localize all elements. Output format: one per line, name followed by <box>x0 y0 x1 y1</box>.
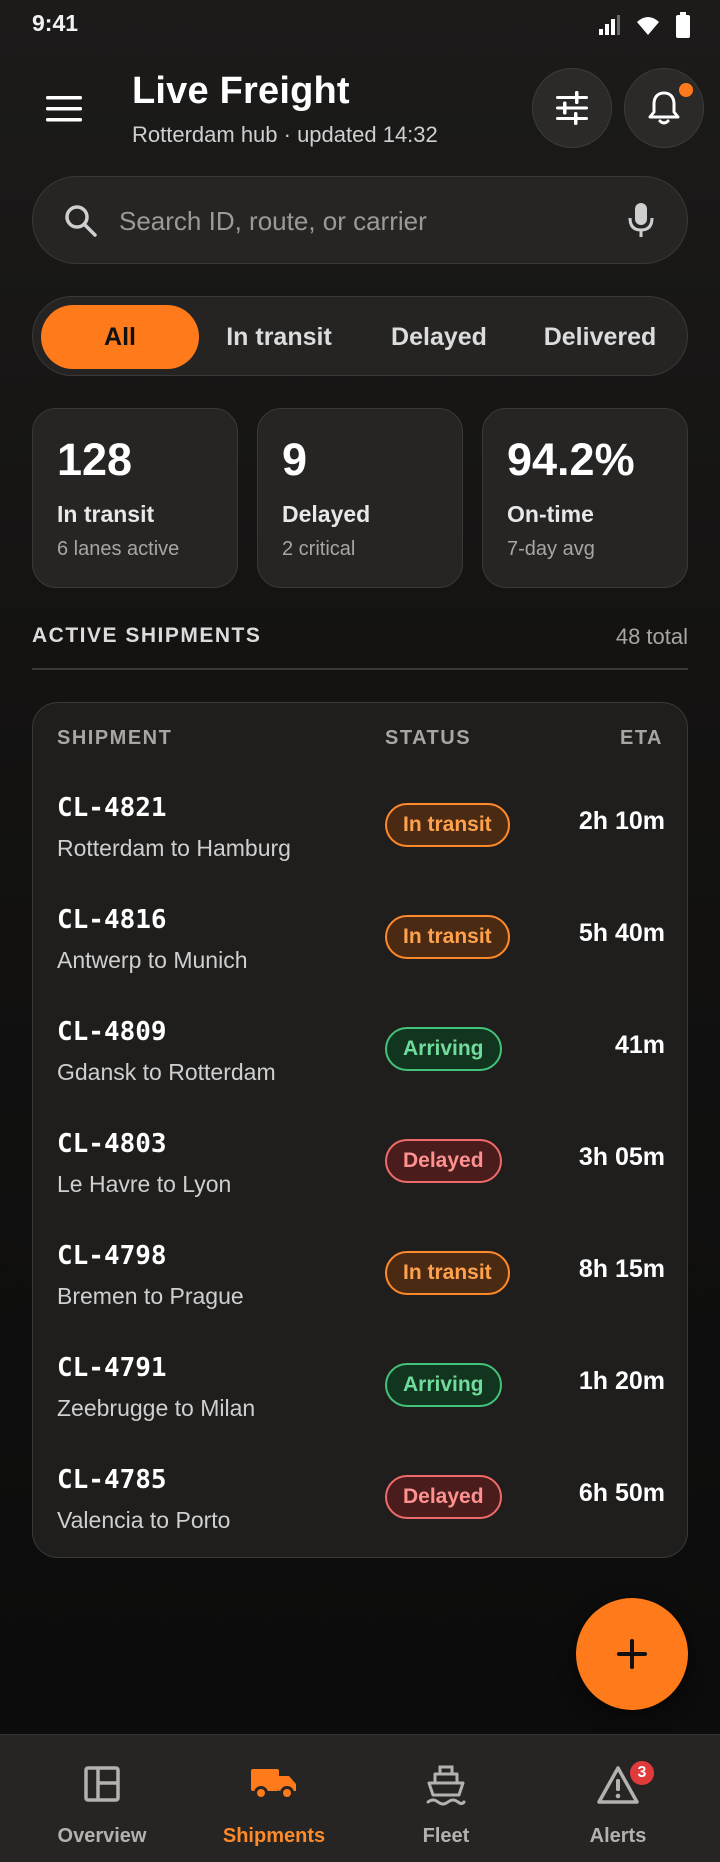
shipment-eta: 41m <box>614 1031 665 1059</box>
shipment-route: Valencia to Porto <box>57 1507 231 1533</box>
table-row[interactable]: CL-4809 Gdansk to Rotterdam Arriving 41m <box>33 1007 689 1119</box>
status-bar: 9:41 <box>0 0 720 50</box>
tab-all[interactable]: All <box>41 305 199 369</box>
shipment-id: CL-4791 <box>57 1353 167 1383</box>
status-icons <box>598 12 690 38</box>
ship-icon <box>426 1765 466 1806</box>
shipment-id: CL-4803 <box>57 1129 167 1159</box>
hamburger-menu-icon <box>46 96 82 122</box>
stat-label: In transit <box>57 501 155 527</box>
page-subtitle: Rotterdam hub · updated 14:32 <box>132 122 438 147</box>
section-count: 48 total <box>615 624 688 649</box>
shipment-route: Gdansk to Rotterdam <box>57 1059 276 1085</box>
nav-item-alerts[interactable]: 3 Alerts <box>528 1735 708 1862</box>
section-title: ACTIVE SHIPMENTS <box>32 624 262 647</box>
stat-card-on-time[interactable]: 94.2% On-time 7-day avg <box>482 408 688 588</box>
tab-delivered[interactable]: Delivered <box>519 305 681 369</box>
stat-subtext: 2 critical <box>282 538 356 560</box>
filter-settings-button[interactable] <box>532 68 612 148</box>
shipment-route: Le Havre to Lyon <box>57 1171 232 1197</box>
nav-item-fleet[interactable]: Fleet <box>356 1735 536 1862</box>
stat-subtext: 6 lanes active <box>57 538 180 560</box>
bell-icon <box>648 91 680 125</box>
stat-card-delayed[interactable]: 9 Delayed 2 critical <box>257 408 463 588</box>
overview-icon <box>84 1766 120 1802</box>
shipment-eta: 5h 40m <box>578 919 665 947</box>
shipment-route: Bremen to Prague <box>57 1283 244 1309</box>
stat-label: Delayed <box>282 501 371 527</box>
truck-icon <box>251 1769 296 1800</box>
stat-subtext: 7-day avg <box>507 538 595 560</box>
nav-item-shipments[interactable]: Shipments <box>184 1735 364 1862</box>
notifications-button[interactable] <box>624 68 704 148</box>
divider <box>32 668 688 670</box>
shipment-id: CL-4809 <box>57 1017 167 1047</box>
shipment-eta: 8h 15m <box>578 1255 665 1283</box>
nav-label: Overview <box>57 1825 147 1847</box>
search-input[interactable] <box>119 199 619 243</box>
stat-value: 128 <box>57 434 133 485</box>
shipment-id: CL-4816 <box>57 905 167 935</box>
status-badge: In transit <box>385 1251 510 1295</box>
stat-value: 9 <box>282 434 308 485</box>
shipment-route: Rotterdam to Hamburg <box>57 835 291 861</box>
microphone-icon <box>628 203 654 237</box>
shipment-route: Zeebrugge to Milan <box>57 1395 256 1421</box>
stat-card-in-transit[interactable]: 128 In transit 6 lanes active <box>32 408 238 588</box>
table-row[interactable]: CL-4821 Rotterdam to Hamburg In transit … <box>33 783 689 895</box>
top-app-bar: Live Freight Rotterdam hub · updated 14:… <box>0 60 720 160</box>
nav-label: Shipments <box>222 1825 326 1847</box>
menu-button[interactable] <box>44 94 100 138</box>
page-title: Live Freight <box>132 70 350 112</box>
shipment-route: Antwerp to Munich <box>57 947 248 973</box>
table-row[interactable]: CL-4798 Bremen to Prague In transit 8h 1… <box>33 1231 689 1343</box>
alerts-count-badge: 3 <box>628 1759 656 1787</box>
notification-dot <box>679 83 693 97</box>
search-icon <box>65 205 97 237</box>
voice-search-button[interactable] <box>627 201 655 244</box>
signal-icon <box>599 15 620 35</box>
column-header-eta: ETA <box>619 727 663 749</box>
column-header-shipment: SHIPMENT <box>57 727 173 749</box>
sliders-icon <box>556 91 588 125</box>
status-badge: Delayed <box>385 1139 502 1183</box>
search-bar[interactable] <box>32 176 688 264</box>
status-badge: In transit <box>385 803 510 847</box>
shipment-eta: 1h 20m <box>578 1367 665 1395</box>
status-badge: Arriving <box>385 1027 502 1071</box>
nav-label: Fleet <box>422 1825 470 1847</box>
shipment-eta: 3h 05m <box>578 1143 665 1171</box>
plus-icon <box>617 1639 647 1669</box>
nav-label: Alerts <box>589 1825 647 1847</box>
battery-icon <box>676 12 690 38</box>
table-row[interactable]: CL-4785 Valencia to Porto Delayed 6h 50m <box>33 1455 689 1567</box>
status-filter-tabs: All In transit Delayed Delivered <box>32 296 688 376</box>
stat-value: 94.2% <box>507 434 635 485</box>
tab-in-transit[interactable]: In transit <box>199 305 359 369</box>
shipments-table: SHIPMENT STATUS ETA CL-4821 Rotterdam to… <box>32 702 688 1558</box>
shipment-id: CL-4798 <box>57 1241 167 1271</box>
nav-item-overview[interactable]: Overview <box>12 1735 192 1862</box>
status-badge: Delayed <box>385 1475 502 1519</box>
shipment-id: CL-4821 <box>57 793 167 823</box>
status-time: 9:41 <box>32 10 79 36</box>
tab-delayed[interactable]: Delayed <box>359 305 519 369</box>
shipment-eta: 6h 50m <box>578 1479 665 1507</box>
add-shipment-button[interactable] <box>576 1598 688 1710</box>
shipment-eta: 2h 10m <box>578 807 665 835</box>
bottom-navigation: Overview Shipments Fleet 3 Alerts <box>0 1734 720 1862</box>
table-row[interactable]: CL-4803 Le Havre to Lyon Delayed 3h 05m <box>33 1119 689 1231</box>
table-row[interactable]: CL-4816 Antwerp to Munich In transit 5h … <box>33 895 689 1007</box>
column-header-status: STATUS <box>385 727 472 749</box>
shipment-id: CL-4785 <box>57 1465 167 1495</box>
status-badge: In transit <box>385 915 510 959</box>
table-row[interactable]: CL-4791 Zeebrugge to Milan Arriving 1h 2… <box>33 1343 689 1455</box>
wifi-icon <box>637 17 659 35</box>
status-badge: Arriving <box>385 1363 502 1407</box>
stat-label: On-time <box>507 501 594 527</box>
